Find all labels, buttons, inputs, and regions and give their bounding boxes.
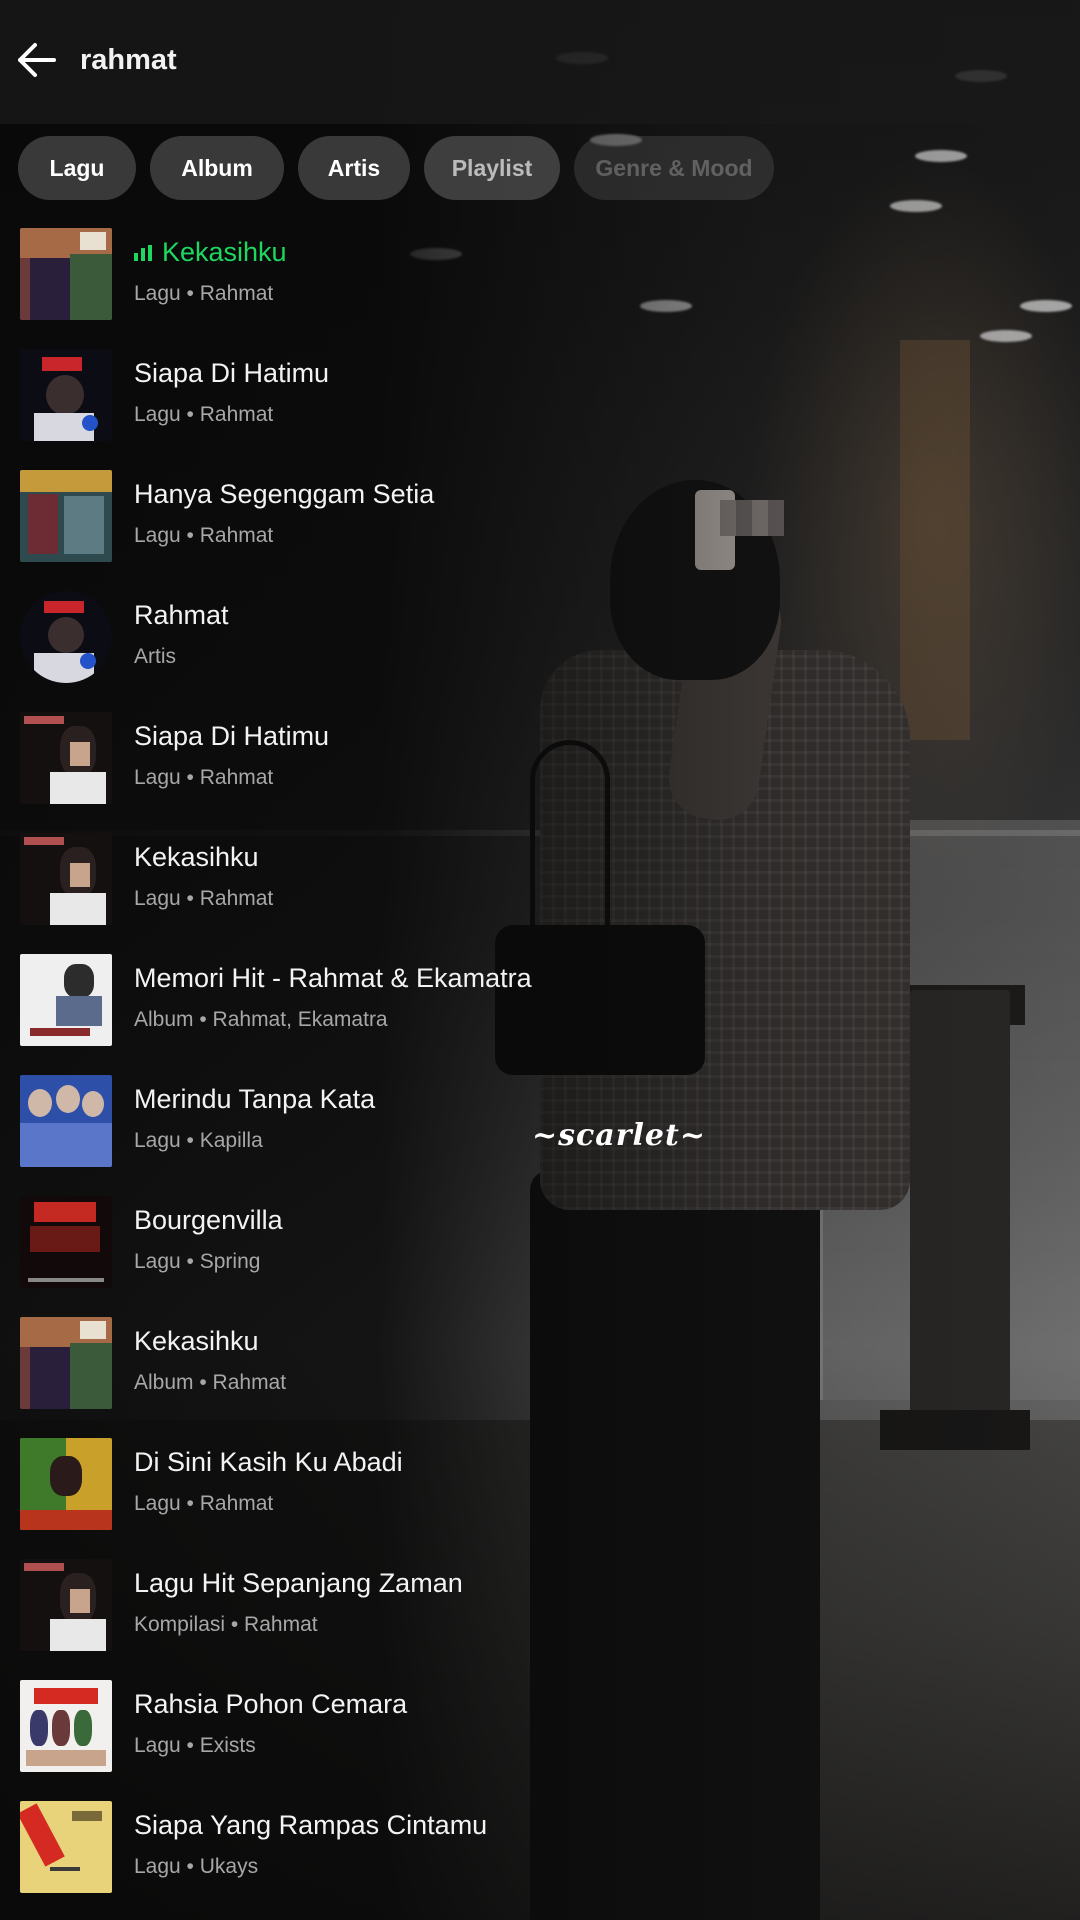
result-row[interactable]: Siapa Yang Rampas Cintamu Lagu • Ukays xyxy=(0,1797,1080,1918)
result-title: Kekasihku xyxy=(134,1326,259,1356)
result-title: Lagu Hit Sepanjang Zaman xyxy=(134,1568,463,1598)
result-subtitle: Lagu • Exists xyxy=(134,1734,256,1757)
result-row[interactable]: Kekasihku Album • Rahmat xyxy=(0,1313,1080,1434)
result-subtitle: Album • Rahmat, Ekamatra xyxy=(134,1008,388,1031)
result-title: Rahmat xyxy=(134,600,229,630)
filter-chip-artis[interactable]: Artis xyxy=(298,136,410,200)
result-row[interactable]: Rahsia Pohon Cemara Lagu • Exists xyxy=(0,1676,1080,1797)
result-row[interactable]: Kekasihku Lagu • Rahmat xyxy=(0,829,1080,950)
album-art xyxy=(20,470,112,562)
result-row[interactable]: Bourgenvilla Lagu • Spring xyxy=(0,1192,1080,1313)
result-title: Siapa Di Hatimu xyxy=(134,358,330,388)
result-row[interactable]: Siapa Di Hatimu Lagu • Rahmat xyxy=(0,345,1080,466)
result-title: Siapa Yang Rampas Cintamu xyxy=(134,1810,488,1840)
album-art xyxy=(20,349,112,441)
search-input[interactable]: rahmat xyxy=(80,44,177,77)
album-art xyxy=(20,1075,112,1167)
result-subtitle: Lagu • Ukays xyxy=(134,1855,259,1878)
result-title: Hanya Segenggam Setia xyxy=(134,479,435,509)
album-art xyxy=(20,1680,112,1772)
album-art xyxy=(20,712,112,804)
filter-chips: Lagu Album Artis Playlist Genre & Mood xyxy=(18,136,774,200)
album-art xyxy=(20,1559,112,1651)
result-row[interactable]: Di Sini Kasih Ku Abadi Lagu • Rahmat xyxy=(0,1434,1080,1555)
result-row[interactable]: Siapa Di Hatimu Lagu • Rahmat xyxy=(0,708,1080,829)
result-subtitle: Lagu • Rahmat xyxy=(134,887,274,910)
result-subtitle: Kompilasi • Rahmat xyxy=(134,1613,318,1636)
result-subtitle: Lagu • Rahmat xyxy=(134,1492,274,1515)
album-art xyxy=(20,228,112,320)
result-row[interactable]: Kekasihku Lagu • Rahmat xyxy=(0,224,1080,345)
result-subtitle: Lagu • Rahmat xyxy=(134,403,274,426)
result-title: Kekasihku xyxy=(134,237,287,268)
album-art xyxy=(20,1196,112,1288)
filter-chip-genre-mood[interactable]: Genre & Mood xyxy=(574,136,774,200)
album-art xyxy=(20,1801,112,1893)
equalizer-icon xyxy=(134,244,152,261)
filter-chip-playlist[interactable]: Playlist xyxy=(424,136,560,200)
result-row[interactable]: Lagu Hit Sepanjang Zaman Kompilasi • Rah… xyxy=(0,1555,1080,1676)
result-subtitle: Lagu • Rahmat xyxy=(134,282,274,305)
filter-chip-lagu[interactable]: Lagu xyxy=(18,136,136,200)
result-subtitle: Lagu • Kapilla xyxy=(134,1129,263,1152)
album-art xyxy=(20,954,112,1046)
result-subtitle: Album • Rahmat xyxy=(134,1371,287,1394)
result-title: Bourgenvilla xyxy=(134,1205,283,1235)
watermark-text: ~scarlet~ xyxy=(532,1118,707,1153)
result-row[interactable]: Rahmat Artis xyxy=(0,587,1080,708)
result-title: Di Sini Kasih Ku Abadi xyxy=(134,1447,403,1477)
album-art xyxy=(20,1438,112,1530)
results-list: Kekasihku Lagu • Rahmat Siapa Di Hatimu … xyxy=(0,224,1080,1918)
result-title: Rahsia Pohon Cemara xyxy=(134,1689,408,1719)
back-button[interactable] xyxy=(14,38,58,82)
album-art xyxy=(20,1317,112,1409)
search-results-screen: rahmat Lagu Album Artis Playlist Genre &… xyxy=(0,0,1080,1920)
result-subtitle: Artis xyxy=(134,645,176,668)
result-title: Siapa Di Hatimu xyxy=(134,721,330,751)
result-row[interactable]: Hanya Segenggam Setia Lagu • Rahmat xyxy=(0,466,1080,587)
album-art xyxy=(20,833,112,925)
result-title: Merindu Tanpa Kata xyxy=(134,1084,376,1114)
result-title: Memori Hit - Rahmat & Ekamatra xyxy=(134,963,532,993)
result-subtitle: Lagu • Spring xyxy=(134,1250,261,1273)
result-row[interactable]: Memori Hit - Rahmat & Ekamatra Album • R… xyxy=(0,950,1080,1071)
artist-avatar xyxy=(20,591,112,683)
result-subtitle: Lagu • Rahmat xyxy=(134,524,274,547)
arrow-left-icon xyxy=(18,43,56,77)
filter-chip-album[interactable]: Album xyxy=(150,136,284,200)
result-subtitle: Lagu • Rahmat xyxy=(134,766,274,789)
search-header: rahmat xyxy=(0,0,1080,124)
result-title: Kekasihku xyxy=(134,842,259,872)
